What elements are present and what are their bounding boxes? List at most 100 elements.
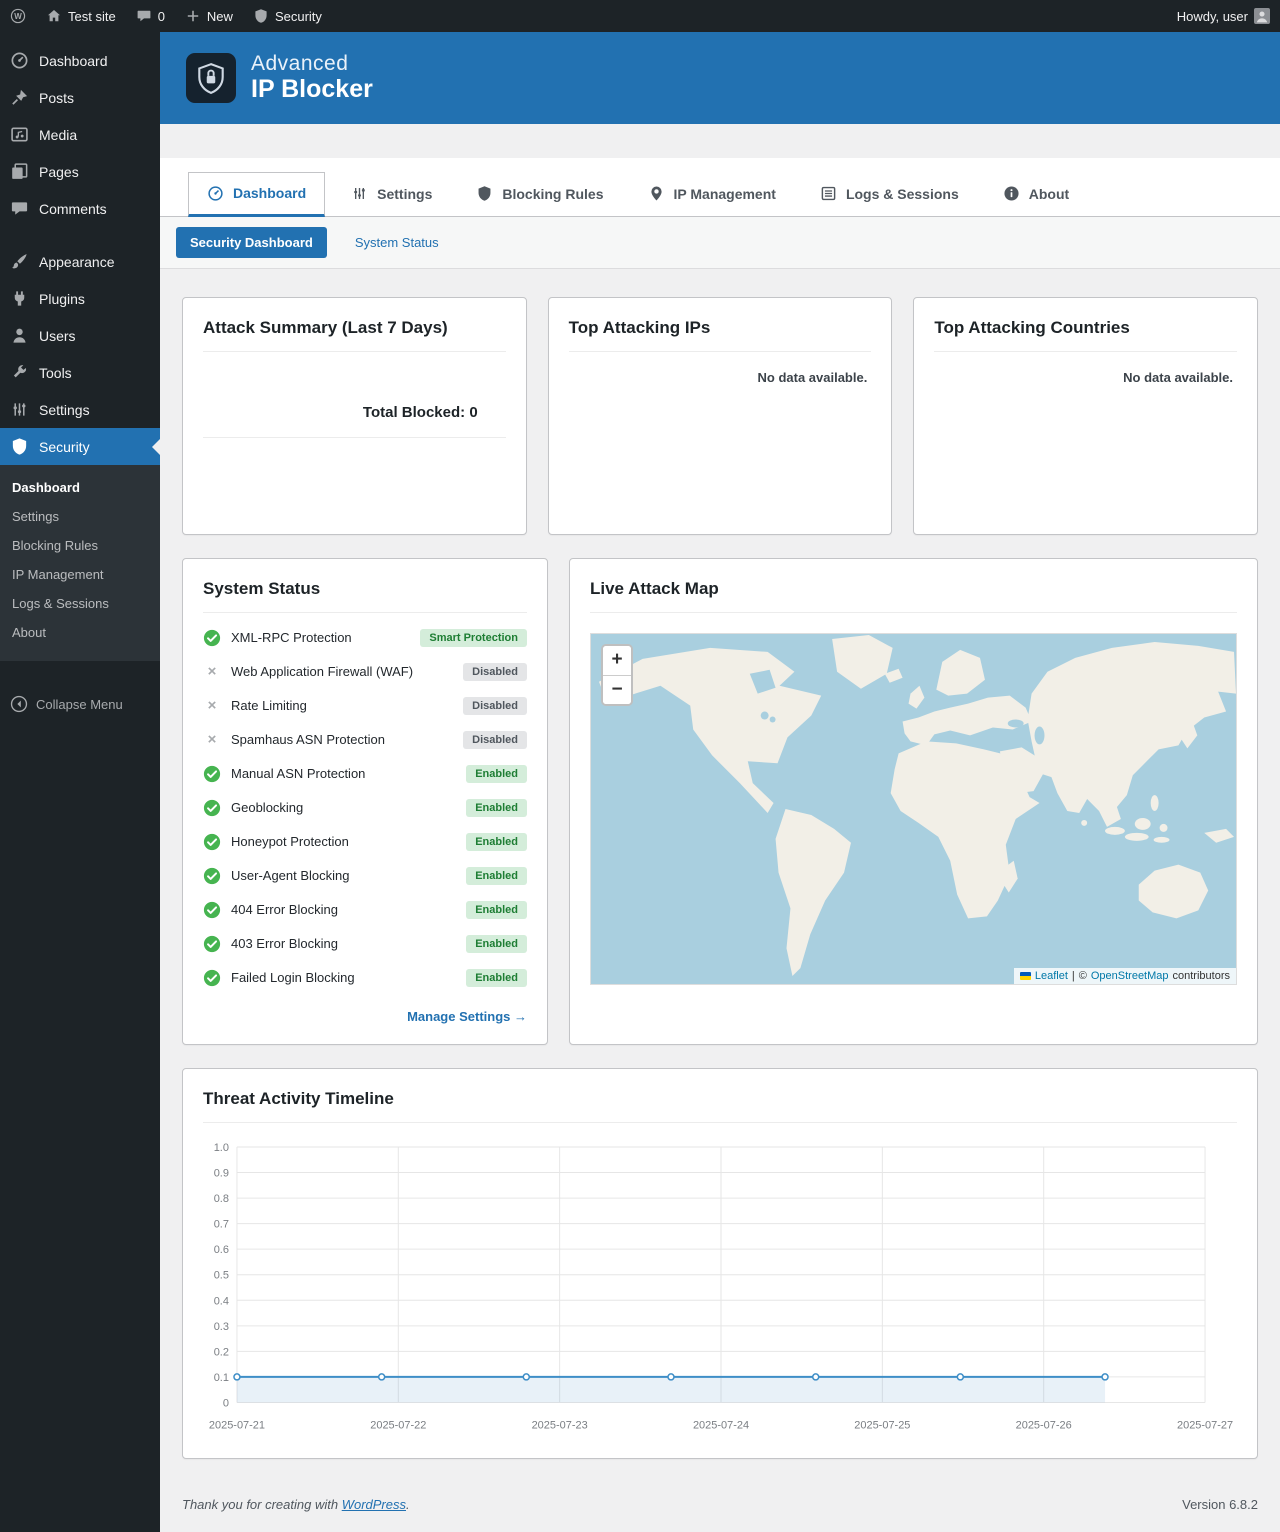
tab-logs-sessions[interactable]: Logs & Sessions: [802, 172, 977, 216]
attack-summary-card: Attack Summary (Last 7 Days) Total Block…: [182, 297, 527, 535]
comments-link[interactable]: 0: [126, 0, 175, 32]
plugin-title: Advanced IP Blocker: [251, 52, 373, 104]
gauge-icon: [10, 51, 29, 70]
submenu-item-blocking-rules[interactable]: Blocking Rules: [0, 531, 160, 560]
check-circle-icon: [203, 969, 221, 987]
tab-blocking-rules[interactable]: Blocking Rules: [458, 172, 621, 216]
check-circle-icon: [203, 935, 221, 953]
status-badge: Enabled: [466, 969, 527, 987]
sidebar-item-pages[interactable]: Pages: [0, 153, 160, 190]
top-countries-empty: No data available.: [934, 370, 1237, 385]
plugin-logo: [186, 53, 236, 103]
admin-sidebar: DashboardPostsMediaPagesCommentsAppearan…: [0, 32, 160, 1532]
plugin-header: Advanced IP Blocker: [160, 32, 1280, 124]
sidebar-item-settings[interactable]: Settings: [0, 391, 160, 428]
submenu-item-ip-management[interactable]: IP Management: [0, 560, 160, 589]
submenu-item-about[interactable]: About: [0, 618, 160, 647]
status-row-geoblocking: GeoblockingEnabled: [203, 791, 527, 825]
howdy-text: Howdy, user: [1177, 9, 1248, 24]
sidebar-item-tools[interactable]: Tools: [0, 354, 160, 391]
svg-text:2025-07-27: 2025-07-27: [1177, 1419, 1233, 1431]
sidebar-item-label: Media: [39, 127, 77, 143]
status-row-404-error-blocking: 404 Error BlockingEnabled: [203, 893, 527, 927]
status-row-user-agent-blocking: User-Agent BlockingEnabled: [203, 859, 527, 893]
gauge-icon: [207, 185, 224, 202]
manage-settings-link[interactable]: Manage Settings →: [203, 1009, 527, 1024]
security-label: Security: [275, 9, 322, 24]
status-label: User-Agent Blocking: [231, 868, 456, 883]
svg-text:0.7: 0.7: [214, 1218, 229, 1230]
status-label: Web Application Firewall (WAF): [231, 664, 453, 679]
submenu-item-logs-sessions[interactable]: Logs & Sessions: [0, 589, 160, 618]
sidebar-item-users[interactable]: Users: [0, 317, 160, 354]
zoom-out-button[interactable]: −: [603, 675, 631, 704]
new-content-link[interactable]: New: [175, 0, 243, 32]
status-label: Failed Login Blocking: [231, 970, 456, 985]
attack-summary-title: Attack Summary (Last 7 Days): [203, 318, 506, 352]
total-blocked-value: 0: [469, 404, 477, 421]
footer-version: Version 6.8.2: [1182, 1497, 1258, 1512]
total-blocked-label: Total Blocked:: [363, 404, 465, 421]
comments-icon: [10, 199, 29, 218]
sidebar-item-appearance[interactable]: Appearance: [0, 243, 160, 280]
pin-icon: [10, 88, 29, 107]
admin-bar-left: W Test site 0 New Security: [0, 0, 332, 32]
sidebar-item-plugins[interactable]: Plugins: [0, 280, 160, 317]
summary-cards-row: Attack Summary (Last 7 Days) Total Block…: [182, 297, 1258, 535]
tab-dashboard[interactable]: Dashboard: [188, 172, 325, 217]
tab-label: Logs & Sessions: [846, 186, 959, 202]
x-icon: ×: [203, 731, 221, 749]
status-row-spamhaus-asn-protection: ×Spamhaus ASN ProtectionDisabled: [203, 723, 527, 757]
tab-about[interactable]: About: [985, 172, 1087, 216]
submenu-item-settings[interactable]: Settings: [0, 502, 160, 531]
security-adminbar-link[interactable]: Security: [243, 0, 332, 32]
wordpress-link[interactable]: WordPress: [342, 1497, 406, 1512]
tab-settings[interactable]: Settings: [333, 172, 450, 216]
check-circle-icon: [203, 901, 221, 919]
status-badge: Disabled: [463, 663, 527, 681]
plugins-icon: [10, 289, 29, 308]
attack-map[interactable]: + − Leaflet | © OpenStreetMap contributo…: [590, 633, 1237, 985]
subtab-security-dashboard[interactable]: Security Dashboard: [176, 227, 327, 258]
tab-label: Blocking Rules: [502, 186, 603, 202]
sidebar-item-media[interactable]: Media: [0, 116, 160, 153]
world-map: [591, 634, 1236, 984]
comments-count: 0: [158, 9, 165, 24]
appearance-icon: [10, 252, 29, 271]
system-status-title: System Status: [203, 579, 527, 613]
site-name-link[interactable]: Test site: [36, 0, 126, 32]
svg-text:0.8: 0.8: [214, 1193, 229, 1205]
location-icon: [648, 185, 665, 202]
plus-icon: [185, 8, 201, 24]
subtab-system-status[interactable]: System Status: [355, 235, 439, 250]
top-ips-empty: No data available.: [569, 370, 872, 385]
info-icon: [1003, 185, 1020, 202]
sidebar-item-label: Security: [39, 439, 90, 455]
account-menu[interactable]: Howdy, user: [1167, 0, 1280, 32]
openstreetmap-link[interactable]: OpenStreetMap: [1091, 970, 1169, 982]
status-label: Rate Limiting: [231, 698, 453, 713]
sliders-icon: [351, 185, 368, 202]
wp-logo-button[interactable]: W: [0, 0, 36, 32]
zoom-in-button[interactable]: +: [603, 646, 631, 675]
threat-timeline-title: Threat Activity Timeline: [203, 1089, 1237, 1123]
sidebar-item-comments[interactable]: Comments: [0, 190, 160, 227]
collapse-menu-button[interactable]: Collapse Menu: [0, 685, 160, 723]
sidebar-item-dashboard[interactable]: Dashboard: [0, 42, 160, 79]
top-ips-card: Top Attacking IPs No data available.: [548, 297, 893, 535]
submenu-item-dashboard[interactable]: Dashboard: [0, 473, 160, 502]
shield-lock-icon: [194, 61, 228, 95]
system-status-card: System Status XML-RPC ProtectionSmart Pr…: [182, 558, 548, 1045]
collapse-arrow-icon: [10, 695, 28, 713]
sidebar-item-security[interactable]: Security: [0, 428, 160, 465]
shield-icon: [476, 185, 493, 202]
attack-map-card: Live Attack Map: [569, 558, 1258, 1045]
status-badge: Enabled: [466, 799, 527, 817]
copyright-symbol: ©: [1079, 970, 1087, 982]
sidebar-item-posts[interactable]: Posts: [0, 79, 160, 116]
attack-map-title: Live Attack Map: [590, 579, 1237, 613]
leaflet-link[interactable]: Leaflet: [1035, 970, 1068, 982]
svg-text:0.3: 0.3: [214, 1321, 229, 1333]
check-circle-icon: [203, 629, 221, 647]
tab-ip-management[interactable]: IP Management: [630, 172, 794, 216]
